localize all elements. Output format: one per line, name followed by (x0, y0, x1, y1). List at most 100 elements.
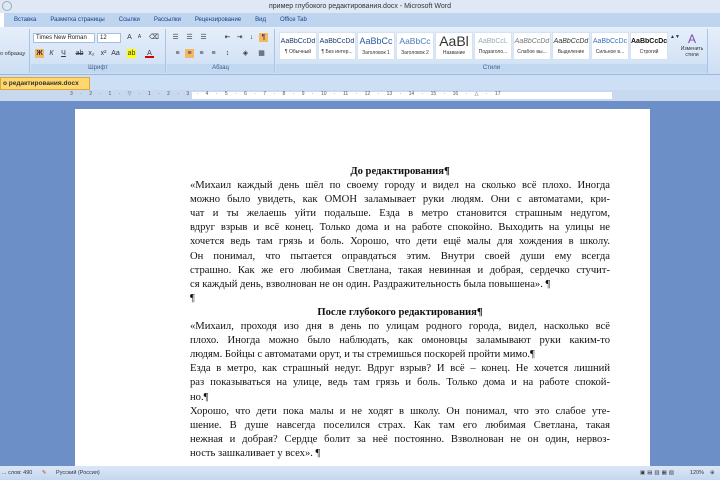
clipboard-group: о образцу (0, 29, 30, 73)
zoom-level[interactable]: 120% (690, 466, 704, 480)
shrink-font-icon[interactable]: A (135, 33, 144, 42)
spellcheck-icon[interactable]: ✎ (42, 470, 47, 476)
change-styles-button[interactable]: A Изменить стили (678, 32, 706, 58)
tab-home[interactable] (0, 13, 4, 27)
sort-icon[interactable]: ↓ (247, 33, 256, 42)
clear-format-icon[interactable]: ⌫ (149, 33, 159, 42)
style-intense-emphasis[interactable]: AaBbCcDc Сильное в... (591, 32, 629, 60)
status-bar: ... слов: 490 ✎ Русский (Россия) ▣▤▥▦▧ 1… (0, 466, 720, 480)
tab-insert[interactable]: Вставка (14, 17, 36, 23)
underline-button[interactable]: Ч (59, 49, 68, 58)
paragraph-line: можно было увидеть, как ОМОН заламывает … (190, 194, 610, 206)
paragraph-line: страшно. Как же его любимая Светлана, та… (190, 264, 610, 276)
font-size-select[interactable]: 12 (97, 33, 121, 43)
document-tab[interactable]: о редактирования.docx (0, 77, 90, 90)
style-normal[interactable]: AaBbCcDd ¶ Обычный (279, 32, 317, 60)
paragraph-line: шение. В душе навсегда поселился страх. … (190, 419, 610, 431)
change-case-button[interactable]: Aa (111, 49, 120, 58)
grow-font-icon[interactable]: A (125, 33, 134, 42)
word-count[interactable]: ... слов: 490 (2, 470, 32, 476)
view-buttons[interactable]: ▣▤▥▦▧ (640, 466, 676, 480)
bold-button[interactable]: Ж (35, 49, 44, 58)
style-subtle-emphasis[interactable]: AaBbCcDd Слабое вы... (513, 32, 551, 60)
paragraph-line: Езда в метро, как страшный недуг. Вдруг … (190, 363, 610, 375)
change-styles-label: Изменить стили (680, 46, 704, 58)
horizontal-ruler[interactable]: 3 · 2 · 1 · ▽ · 1 · 2 · 3 · 4 · 5 · 6 · … (0, 90, 720, 101)
style-preview: AaBbCcDd (514, 38, 550, 45)
style-heading-2[interactable]: AaBbCc Заголовок 2 (396, 32, 434, 60)
line-spacing-icon[interactable]: ↕ (223, 49, 232, 58)
align-center-icon[interactable]: ≡ (185, 49, 194, 58)
tab-references[interactable]: Ссылки (119, 17, 140, 23)
paragraph-line: чат и ты желаешь уйти подальше. Езда в м… (190, 208, 610, 220)
paragraph-line: плохо. Иногда можно было наблюдать, как … (190, 335, 610, 347)
paragraph-group-label: Абзац (167, 64, 274, 73)
style-strong[interactable]: AaBbCcDc Строгий (630, 32, 668, 60)
paragraph-line: «Михаил, проходя изо дня в день по улица… (190, 321, 610, 333)
style-name: Заголовок 2 (401, 50, 429, 56)
paragraph-line: вдруг взрыв и всё конец. Только дома и н… (190, 222, 610, 234)
superscript-button[interactable]: x² (99, 49, 108, 58)
borders-icon[interactable]: ▦ (257, 49, 266, 58)
style-name: ¶ Обычный (284, 49, 312, 55)
align-right-icon[interactable]: ≡ (197, 49, 206, 58)
style-subtitle[interactable]: AaBbCcL Подзаголо... (474, 32, 512, 60)
style-name: Название (442, 50, 466, 56)
paragraph-line: хочется ведь там грязь и боль. Хорошо, ч… (190, 236, 610, 248)
style-name: Сильное в... (595, 49, 625, 55)
bullets-icon[interactable]: ☰ (171, 33, 180, 42)
style-preview: AaBl (439, 33, 469, 49)
window-title: пример глубокого редактирования.docx - M… (268, 3, 451, 10)
style-preview: AaBbCc (399, 36, 431, 46)
document-tabs: о редактирования.docx (0, 75, 720, 90)
ribbon: о образцу Times New Roman 12 A A ⌫ Ж К Ч… (0, 27, 720, 75)
style-preview: AaBbCcDd (280, 38, 316, 45)
increase-indent-icon[interactable]: ⇥ (235, 33, 244, 42)
tab-view[interactable]: Вид (255, 17, 266, 23)
multilevel-icon[interactable]: ☰ (199, 33, 208, 42)
change-styles-icon: A (687, 32, 696, 46)
style-preview: AaBbCcDc (592, 38, 628, 45)
tab-page-layout[interactable]: Разметка страницы (50, 17, 104, 23)
style-title[interactable]: AaBl Название (435, 32, 473, 60)
subscript-button[interactable]: x₂ (87, 49, 96, 58)
zoom-in-icon[interactable]: ⊕ (710, 466, 715, 480)
paragraph-line: людям. Бойцы с автоматами орут, и ты стр… (190, 349, 535, 361)
document-page[interactable]: До редактирования¶ «Михаил каждый день ш… (75, 109, 650, 466)
office-button[interactable] (2, 1, 12, 11)
font-color-icon[interactable]: A (145, 49, 154, 58)
numbering-icon[interactable]: ☰ (185, 33, 194, 42)
empty-paragraph: ¶ (190, 292, 195, 304)
align-left-icon[interactable]: ≡ (173, 49, 182, 58)
style-heading-1[interactable]: AaBbCc Заголовок 1 (357, 32, 395, 60)
italic-button[interactable]: К (47, 49, 56, 58)
font-group: Times New Roman 12 A A ⌫ Ж К Ч ab x₂ x² … (31, 29, 166, 73)
tab-mailings[interactable]: Рассылки (154, 17, 181, 23)
tab-office-tab[interactable]: Office Tab (280, 17, 307, 23)
style-preview: AaBbCcL (478, 38, 508, 45)
highlight-icon[interactable]: ab (127, 49, 136, 58)
style-preview: AaBbCcDc (631, 38, 667, 45)
paragraph-line: «Михаил каждый день шёл по своему городу… (190, 180, 610, 192)
document-body[interactable]: До редактирования¶ «Михаил каждый день ш… (190, 165, 610, 461)
decrease-indent-icon[interactable]: ⇤ (223, 33, 232, 42)
paragraph-line: ность зашкаливает у всех». ¶ (190, 447, 321, 459)
strikethrough-button[interactable]: ab (75, 49, 84, 58)
style-name: Слабое вы... (517, 49, 547, 55)
paragraph-line: нежная и добрая? Сердце болит за неё пос… (190, 433, 610, 445)
show-marks-icon[interactable]: ¶ (259, 33, 268, 42)
justify-icon[interactable]: ≡ (209, 49, 218, 58)
tab-review[interactable]: Рецензирование (195, 17, 241, 23)
title-bar: пример глубокого редактирования.docx - M… (0, 0, 720, 13)
style-preview: AaBbCcDd (553, 38, 589, 45)
format-painter-button[interactable]: о образцу (0, 51, 25, 57)
style-preview: AaBbCcDd (319, 38, 355, 45)
font-group-label: Шрифт (31, 64, 165, 73)
language-indicator[interactable]: Русский (Россия) (56, 470, 100, 476)
style-emphasis[interactable]: AaBbCcDd Выделение (552, 32, 590, 60)
ruler-ticks: 3 · 2 · 1 · ▽ · 1 · 2 · 3 · 4 · 5 · 6 · … (70, 91, 501, 97)
shading-icon[interactable]: ◈ (241, 49, 250, 58)
font-name-select[interactable]: Times New Roman (33, 33, 95, 43)
style-no-spacing[interactable]: AaBbCcDd ¶ Без интер... (318, 32, 356, 60)
style-name: Подзаголо... (478, 49, 508, 55)
